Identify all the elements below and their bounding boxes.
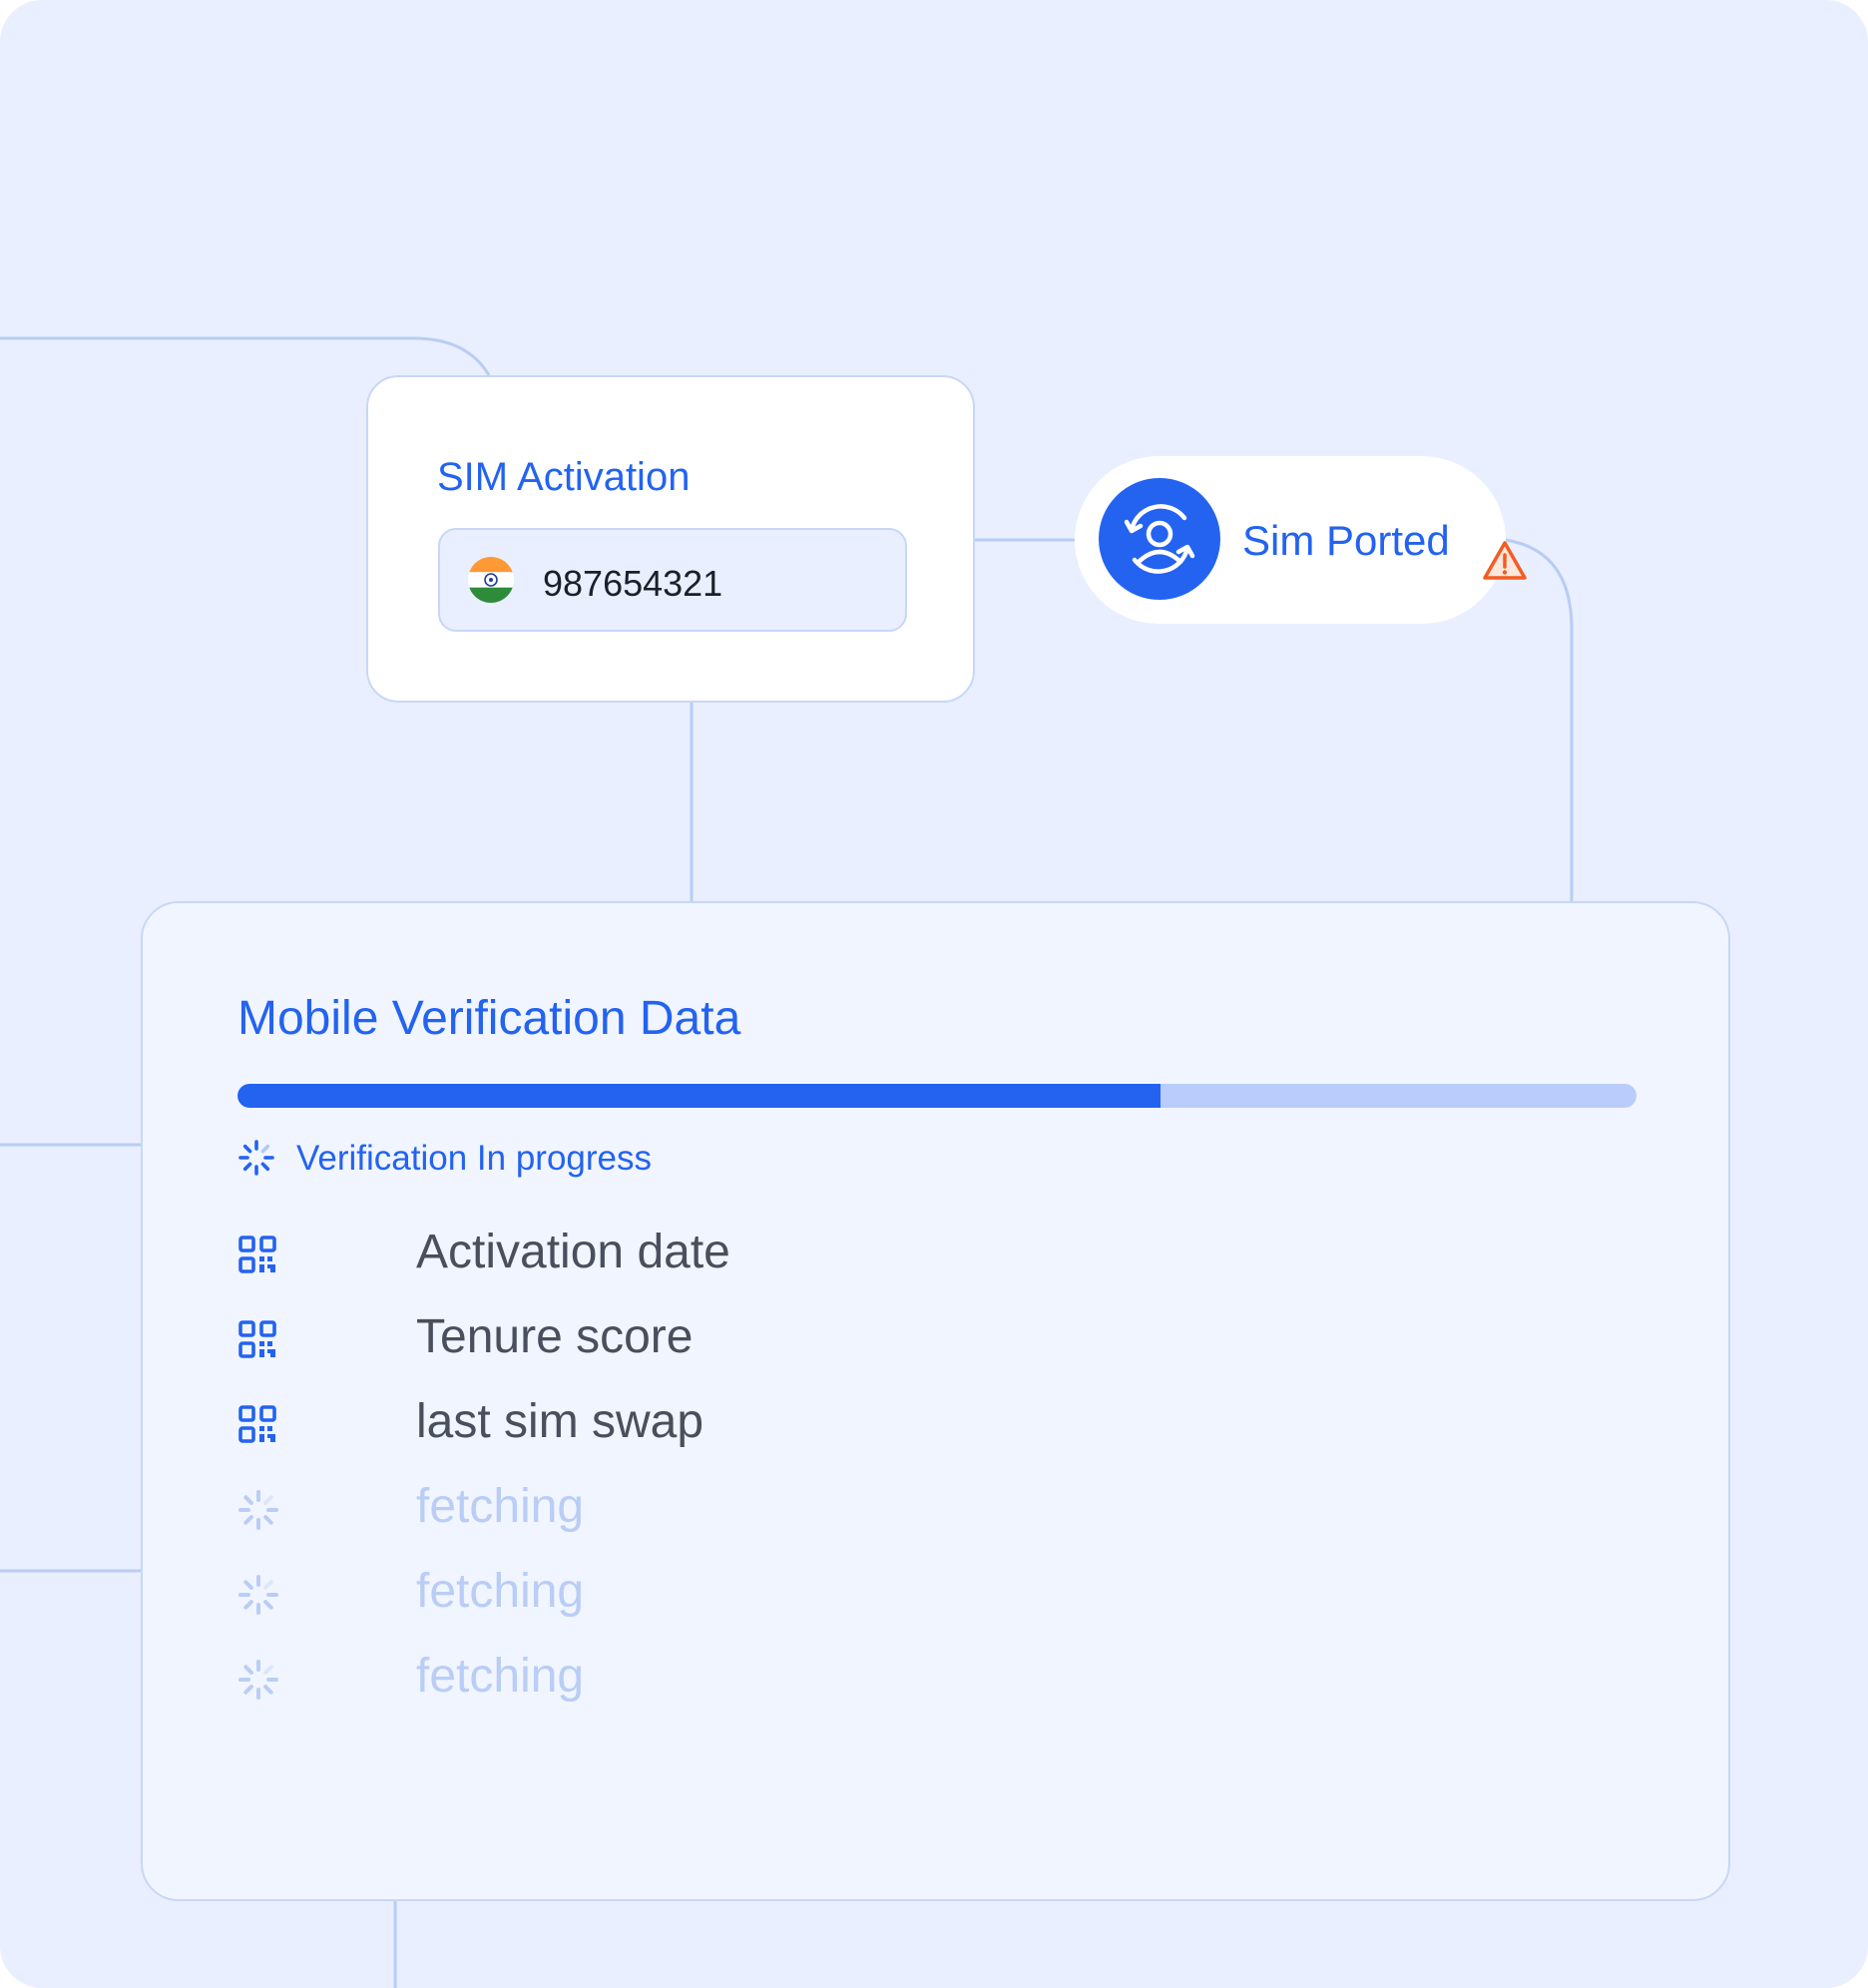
verification-progress-bar <box>237 1084 1636 1108</box>
phone-number-field[interactable]: 987654321 <box>438 528 907 632</box>
verification-status-text: Verification In progress <box>296 1139 653 1178</box>
qr-code-icon <box>238 1320 276 1358</box>
data-item-label: last sim swap <box>416 1395 704 1448</box>
data-item-label: fetching <box>416 1650 585 1703</box>
sim-ported-node[interactable]: Sim Ported <box>1075 456 1506 624</box>
data-item-label: Activation date <box>416 1226 730 1278</box>
data-item-label: fetching <box>416 1565 585 1618</box>
mobile-verification-card: Mobile Verification Data Verification In… <box>141 901 1730 1901</box>
india-flag-icon <box>468 557 514 603</box>
connector-ported-to-verification <box>1505 538 1574 901</box>
verification-progress-fill <box>237 1084 1162 1108</box>
loading-spinner-icon <box>238 1490 278 1530</box>
loading-spinner-icon <box>238 1575 278 1615</box>
sim-activation-card[interactable]: SIM Activation 987654321 <box>366 375 975 703</box>
phone-number-value: 987654321 <box>543 563 723 604</box>
workflow-canvas: SIM Activation 987654321 Sim Ported Mobi… <box>0 0 1868 1988</box>
sim-activation-title: SIM Activation <box>437 455 691 499</box>
user-swap-icon <box>1099 478 1220 600</box>
qr-code-icon <box>238 1405 276 1443</box>
sim-ported-label: Sim Ported <box>1242 517 1450 564</box>
data-item-label: fetching <box>416 1480 585 1533</box>
connector-left-to-sim-card <box>0 336 491 376</box>
qr-code-icon <box>238 1236 276 1273</box>
warning-triangle-icon <box>1483 541 1527 580</box>
data-item-label: Tenure score <box>416 1310 694 1363</box>
verification-title: Mobile Verification Data <box>237 992 741 1045</box>
loading-spinner-icon <box>238 1660 278 1700</box>
loading-spinner-icon <box>238 1140 274 1176</box>
